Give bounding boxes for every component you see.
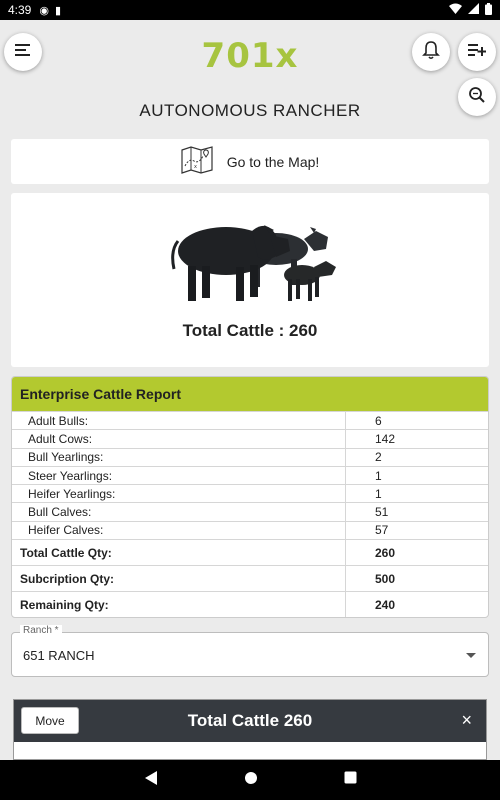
total-label: Remaining Qty: [12,592,346,617]
total-row: Total Cattle Qty: 260 [12,539,488,566]
status-time: 4:39 [8,3,32,17]
report-title: Enterprise Cattle Report [12,377,488,411]
row-value: 1 [375,468,382,483]
total-cattle-label: Total Cattle : 260 [182,321,318,340]
total-value: 260 [375,545,396,560]
total-cattle-sheet: Move Total Cattle 260 × [13,699,487,760]
enterprise-cattle-report: Enterprise Cattle Report Adult Bulls: 6 … [11,376,489,618]
table-row: Bull Calves: 51 [12,502,488,521]
table-row: Heifer Calves: 57 [12,520,488,540]
close-icon[interactable]: × [461,710,472,731]
system-nav-bar [0,760,500,800]
row-label: Bull Calves: [12,503,346,521]
sheet-header: Move Total Cattle 260 × [14,700,486,742]
sd-card-icon: ▮ [54,4,62,17]
table-row: Heifer Yearlings: 1 [12,484,488,503]
ranch-select-value: 651 RANCH [23,648,95,663]
row-value: 51 [375,505,389,520]
table-row: Bull Yearlings: 2 [12,447,488,466]
recents-icon[interactable] [344,771,357,789]
row-value: 142 [375,431,396,446]
sheet-title: Total Cattle 260 [187,711,313,730]
bell-icon [422,40,440,65]
dropdown-arrow-icon [466,653,476,658]
add-to-list-button[interactable] [458,33,496,71]
page-title: AUTONOMOUS RANCHER [139,101,361,120]
signal-icon [468,3,479,17]
row-value: 57 [375,523,389,538]
table-row: Adult Cows: 142 [12,429,488,448]
cattle-summary-card: Total Cattle : 260 [11,193,489,367]
row-value: 1 [375,486,382,501]
row-label: Heifer Yearlings: [12,485,346,503]
ranch-select[interactable]: Ranch * 651 RANCH [11,625,489,677]
playlist-add-icon [468,43,487,62]
row-label: Adult Cows: [12,430,346,448]
row-label: Steer Yearlings: [12,466,346,485]
svg-text:x: x [194,164,197,170]
total-value: 240 [375,597,396,612]
total-label: Total Cattle Qty: [12,540,346,566]
table-row: Adult Bulls: 6 [12,411,488,430]
total-label: Subcription Qty: [12,566,346,592]
total-row: Subcription Qty: 500 [12,565,488,592]
wifi-icon [449,3,462,17]
notification-icon: ◉ [39,4,49,17]
cattle-illustration [171,225,336,301]
row-value: 6 [375,413,382,428]
status-bar: 4:39 ◉ ▮ [0,0,500,20]
row-value: 2 [375,450,382,465]
battery-icon [485,2,492,18]
notifications-button[interactable] [412,33,450,71]
go-to-map-label: Go to the Map! [226,153,320,170]
row-label: Heifer Calves: [12,521,346,540]
total-row: Remaining Qty: 240 [12,591,488,617]
go-to-map-button[interactable]: x Go to the Map! [11,139,489,184]
row-label: Bull Yearlings: [12,448,346,466]
move-button[interactable]: Move [21,707,79,734]
home-icon[interactable] [244,771,258,790]
folded-map-icon: x [181,146,213,177]
table-row: Steer Yearlings: 1 [12,465,488,485]
back-icon[interactable] [144,770,158,791]
row-label: Adult Bulls: [12,412,346,430]
ranch-select-label: Ranch * [20,625,62,636]
total-value: 500 [375,571,396,586]
